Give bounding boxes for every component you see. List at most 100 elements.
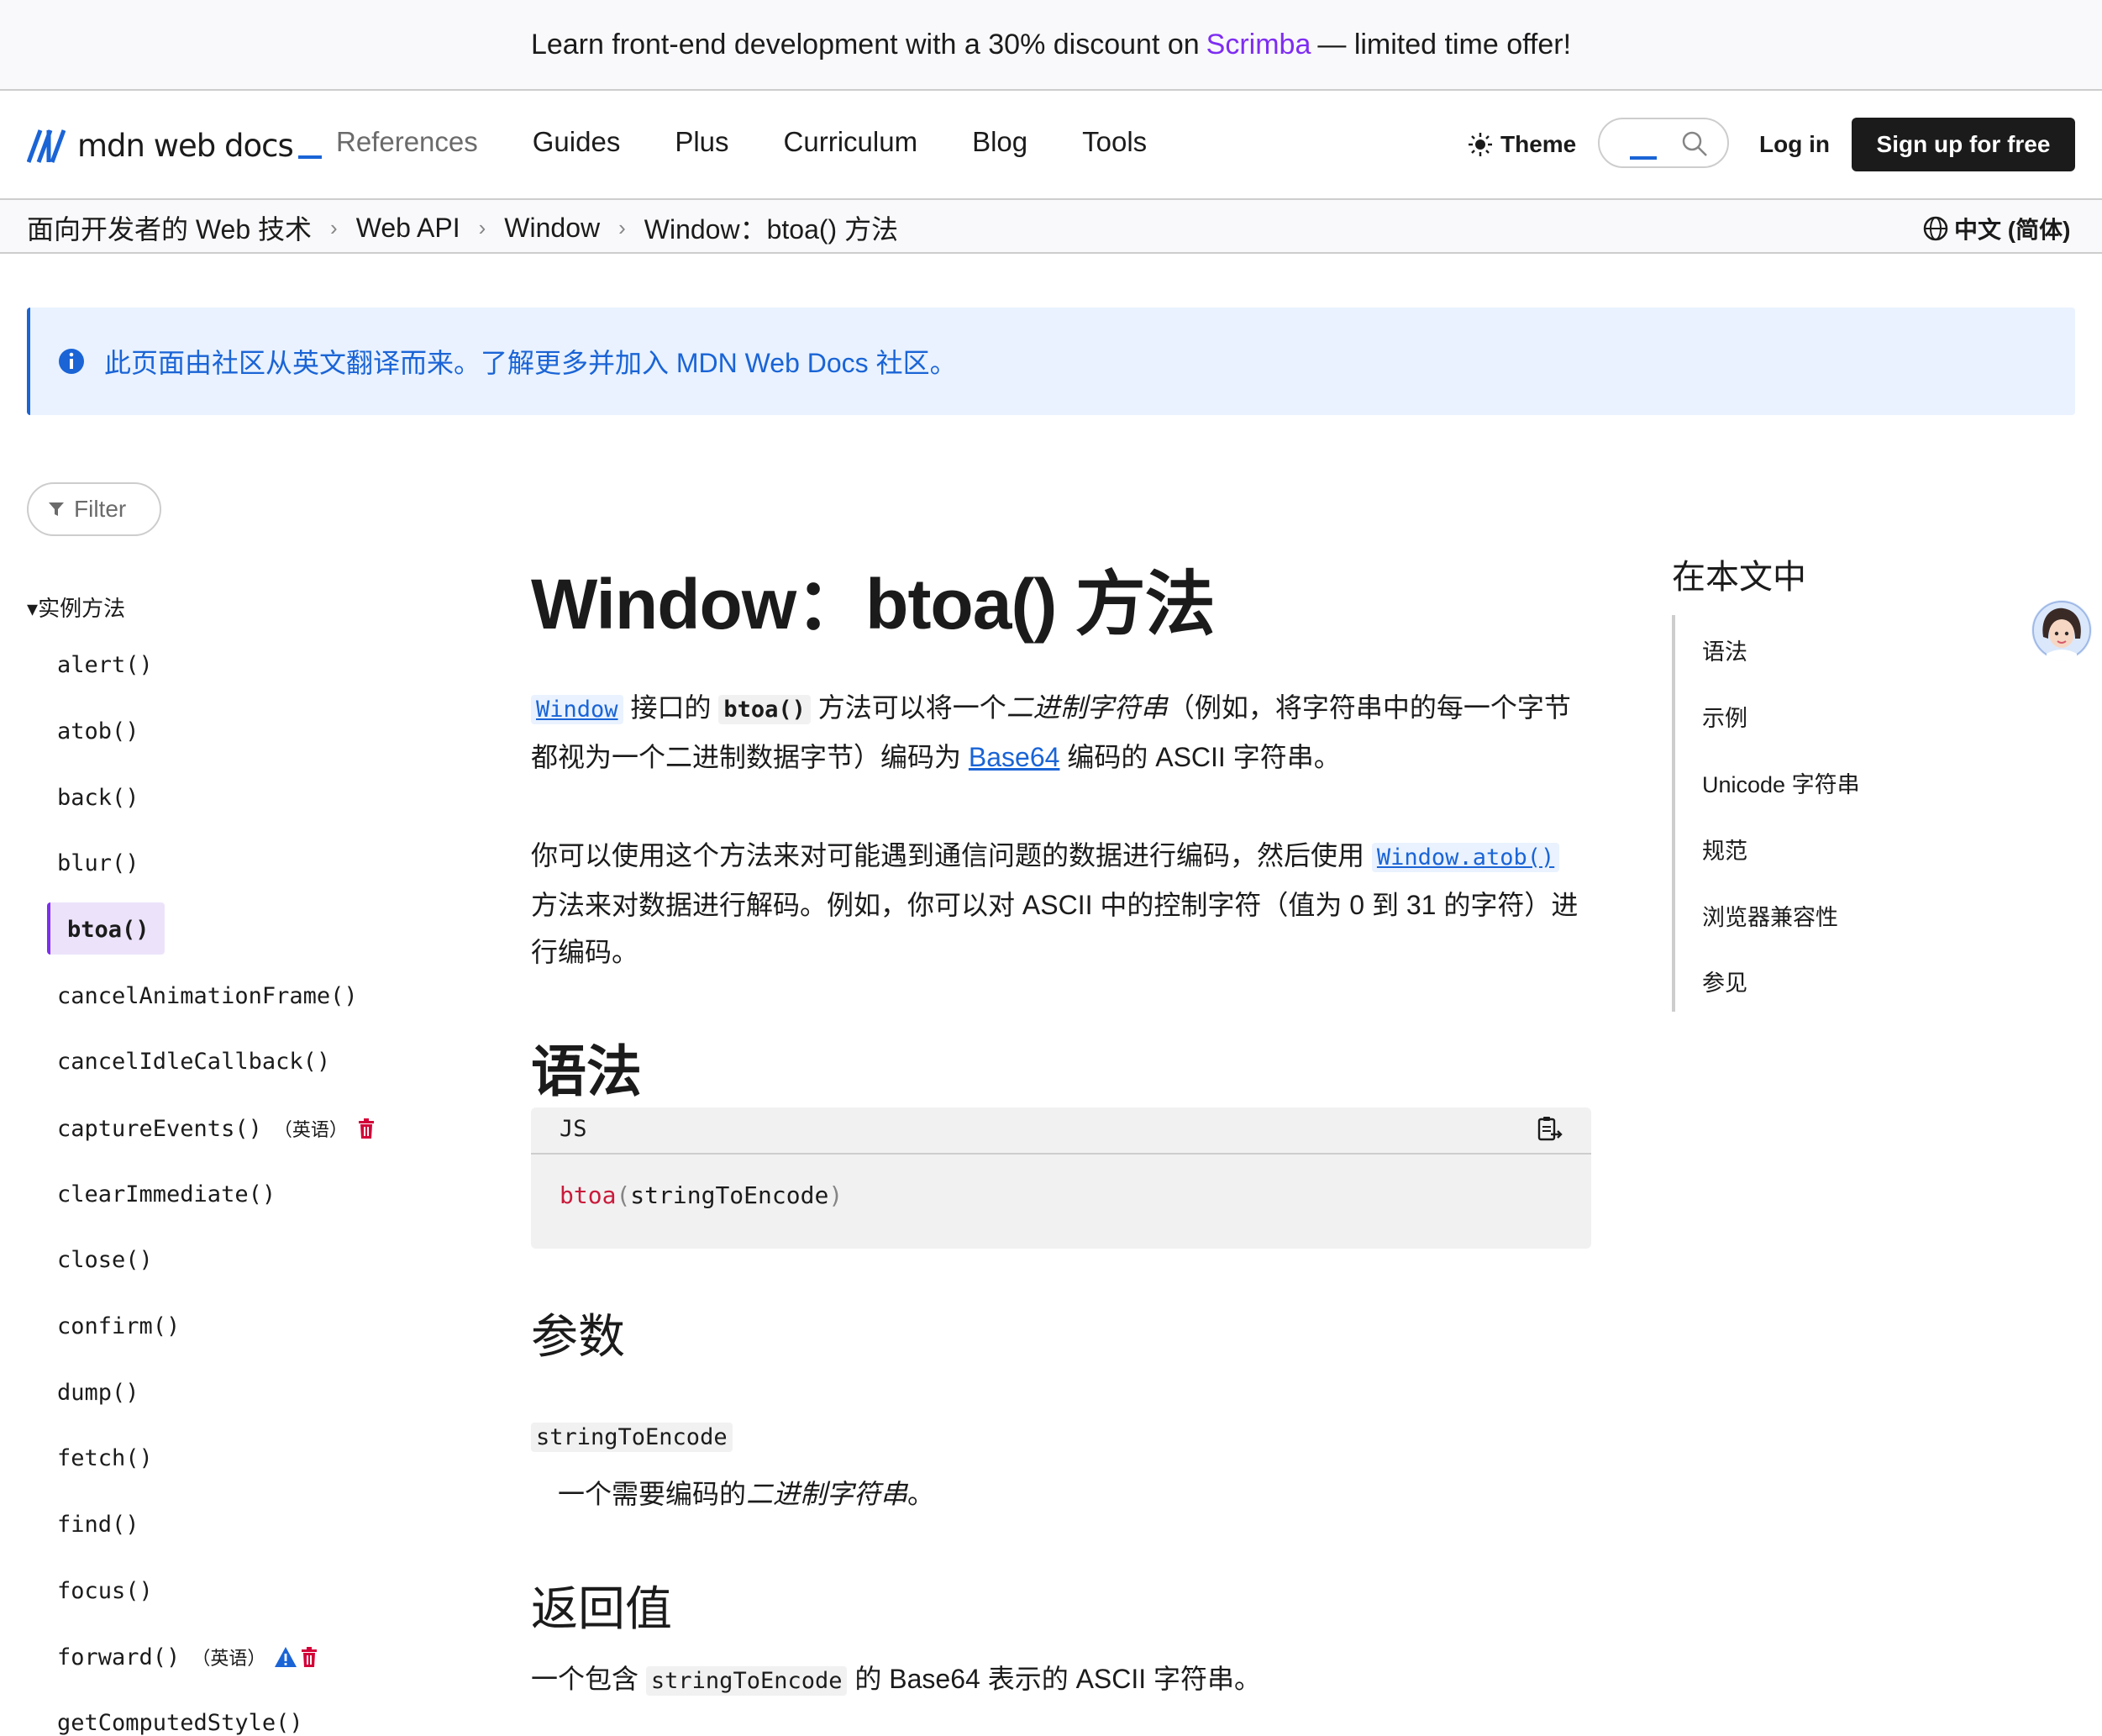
sidebar-item-label: blur() [57, 850, 139, 876]
sidebar-item-label: confirm() [57, 1313, 181, 1339]
sidebar-item[interactable]: captureEvents() （英语） [57, 1115, 376, 1142]
copy-icon[interactable] [1534, 1114, 1564, 1144]
usage-paragraph: 你可以使用这个方法来对可能遇到通信问题的数据进行编码，然后使用 Window.a… [531, 832, 1590, 976]
code-token-paren: ) [828, 1181, 843, 1209]
breadcrumb-item[interactable]: Web API [356, 213, 460, 244]
sidebar-item-label: focus() [57, 1578, 153, 1604]
banner-text: Learn front-end development with a 30% d… [530, 28, 1200, 60]
nav-tools[interactable]: Tools [1082, 126, 1147, 158]
sidebar-item[interactable]: dump() [57, 1380, 139, 1406]
nav-curriculum[interactable]: Curriculum [784, 126, 918, 158]
toc-item[interactable]: 浏览器兼容性 [1702, 899, 1838, 932]
promo-banner: Learn front-end development with a 30% d… [0, 0, 2102, 91]
nav-blog[interactable]: Blog [972, 126, 1027, 158]
sidebar-item[interactable]: clearImmediate() [57, 1181, 276, 1207]
sidebar-item-label: forward() [57, 1644, 181, 1670]
sidebar-item-label: atob() [57, 718, 139, 744]
atob-link[interactable]: Window.atob() [1371, 843, 1560, 872]
window-link[interactable]: Window [531, 695, 623, 724]
text: 方法可以将一个 [810, 692, 1006, 723]
sun-icon [1469, 133, 1492, 156]
sidebar-item-label: btoa() [67, 917, 150, 943]
sidebar-item[interactable]: getComputedStyle() [57, 1710, 303, 1736]
sidebar-item[interactable]: close() [57, 1247, 153, 1273]
breadcrumb-item[interactable]: Window [504, 213, 600, 244]
sidebar-item-label: getComputedStyle() [57, 1710, 303, 1736]
login-link[interactable]: Log in [1759, 131, 1830, 158]
toc-item[interactable]: 语法 [1702, 634, 1747, 666]
page-title: Window：btoa() 方法 [531, 565, 1216, 644]
text: 一个包含 [531, 1664, 646, 1694]
emphasis: 二进制字符串 [746, 1479, 908, 1509]
sidebar-section-title: 实例方法 [38, 596, 126, 621]
search-input[interactable] [1598, 118, 1729, 168]
sidebar-item[interactable]: cancelAnimationFrame() [57, 983, 358, 1009]
sidebar-item[interactable]: atob() [57, 718, 139, 744]
sidebar-item-label: fetch() [57, 1445, 153, 1471]
warning-icon [275, 1647, 297, 1667]
theme-label: Theme [1500, 131, 1577, 157]
sidebar-item-label: dump() [57, 1380, 139, 1406]
inline-code: stringToEncode [645, 1666, 848, 1696]
search-icon[interactable] [1680, 129, 1709, 158]
sidebar-item-label: close() [57, 1247, 153, 1273]
toc-rail [1672, 615, 1675, 1012]
sidebar-item-label: find() [57, 1512, 139, 1538]
theme-switcher[interactable]: Theme [1467, 131, 1576, 158]
sidebar-item[interactable]: alert() [57, 652, 153, 678]
main-nav: References Guides Plus Curriculum Blog T… [336, 126, 1201, 158]
language-switcher[interactable]: 中文 (简体) [1922, 212, 2070, 245]
sidebar-item-label: cancelAnimationFrame() [57, 983, 358, 1009]
text: 一个需要编码的 [558, 1479, 747, 1509]
site-header: mdn web docs References Guides Plus Curr… [0, 91, 2102, 200]
logo-text: mdn web docs [77, 128, 294, 164]
text: 你可以使用这个方法来对可能遇到通信问题的数据进行编码，然后使用 [531, 840, 1372, 871]
nav-references[interactable]: References [336, 126, 478, 158]
caret-down-icon: ▾ [27, 596, 39, 621]
breadcrumb-item-current[interactable]: Window：btoa() 方法 [644, 208, 898, 247]
mdn-logo[interactable]: mdn web docs [27, 128, 322, 164]
param-term: stringToEncode [531, 1412, 1590, 1461]
code-example: JS btoa(stringToEncode) [531, 1107, 1591, 1249]
sidebar-item-note: （英语） [192, 1649, 266, 1670]
sidebar-item[interactable]: back() [57, 785, 139, 811]
mdn-logo-icon [27, 129, 66, 163]
sidebar-item[interactable]: forward() （英语） [57, 1644, 319, 1670]
sidebar-filter-button[interactable]: Filter [27, 482, 161, 536]
sidebar-item[interactable]: confirm() [57, 1313, 180, 1339]
breadcrumb-item[interactable]: 面向开发者的 Web 技术 [27, 208, 312, 247]
toc-item[interactable]: 规范 [1702, 833, 1747, 865]
banner-suffix: — limited time offer! [1317, 28, 1572, 60]
text: 编码的 ASCII 字符串。 [1059, 742, 1341, 772]
params-heading: 参数 [531, 1310, 625, 1363]
sidebar-item[interactable]: cancelIdleCallback() [57, 1049, 330, 1075]
code-line: btoa(stringToEncode) [560, 1181, 843, 1209]
notice-text[interactable]: 此页面由社区从英文翻译而来。了解更多并加入 MDN Web Docs 社区。 [104, 342, 957, 381]
sidebar-item[interactable]: focus() [57, 1578, 153, 1604]
return-heading: 返回值 [531, 1582, 672, 1635]
nav-guides[interactable]: Guides [533, 126, 621, 158]
toc-item[interactable]: 参见 [1702, 965, 1747, 997]
sidebar-item[interactable]: blur() [57, 850, 139, 876]
base64-link[interactable]: Base64 [969, 742, 1060, 772]
assistant-avatar[interactable] [2031, 600, 2092, 660]
return-paragraph: 一个包含 stringToEncode 的 Base64 表示的 ASCII 字… [531, 1655, 1590, 1705]
toc-item[interactable]: 示例 [1702, 700, 1747, 733]
code-token-arg: stringToEncode [630, 1181, 829, 1209]
sidebar-section-toggle[interactable]: ▾实例方法 [27, 592, 125, 623]
avatar-icon [2032, 601, 2091, 660]
toc-item[interactable]: Unicode 字符串 [1702, 766, 1860, 799]
search-cursor [1630, 156, 1657, 160]
banner-link[interactable]: Scrimba [1206, 29, 1311, 61]
text: 的 Base64 表示的 ASCII 字符串。 [847, 1664, 1262, 1694]
logo-cursor [297, 155, 322, 159]
sidebar-item[interactable]: fetch() [57, 1445, 153, 1471]
sidebar-item-active[interactable]: btoa() [67, 917, 150, 943]
sidebar-item[interactable]: find() [57, 1512, 139, 1538]
signup-button[interactable]: Sign up for free [1852, 118, 2075, 171]
toc-title: 在本文中 [1672, 559, 1806, 596]
emphasis: 二进制字符串 [1006, 692, 1168, 723]
nav-plus[interactable]: Plus [675, 126, 728, 158]
param-name: stringToEncode [531, 1423, 733, 1452]
intro-paragraph: Window 接口的 btoa() 方法可以将一个二进制字符串（例如，将字符串中… [531, 684, 1590, 781]
